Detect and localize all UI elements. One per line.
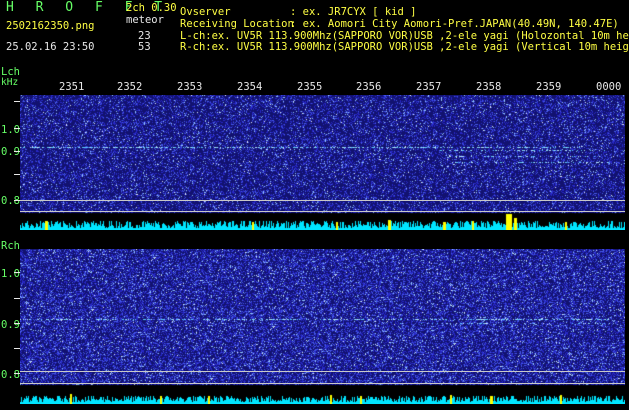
time-tick: 2354 — [237, 81, 263, 93]
time-tick: 2351 — [59, 81, 85, 93]
rch-info: R-ch:ex. UV5R 113.900Mhz(SAPPORO VOR)USB… — [180, 41, 629, 53]
lch-tick-mark — [14, 101, 20, 102]
location-value: : ex. Aomori City Aomori-Pref.JAPAN(40.4… — [290, 18, 619, 30]
lch-spectrogram — [20, 95, 625, 230]
lch-unit-label: kHz — [1, 77, 19, 88]
time-tick: 2352 — [117, 81, 143, 93]
datetime: 25.02.16 23:50 — [6, 41, 95, 53]
r-meteor-count: 53 — [138, 41, 151, 53]
rch-reference-line — [20, 371, 625, 372]
rch-waterfall — [20, 249, 625, 404]
rch-label: Rch — [1, 240, 20, 252]
rch-tick-mark — [14, 272, 20, 273]
lch-ytick: 0.8 — [1, 195, 20, 207]
lch-ytick: 0.9 — [1, 146, 20, 158]
location-label: Receiving Location — [180, 18, 294, 30]
lch-reference-line — [20, 211, 625, 212]
lch-ytick: 1.0 — [1, 124, 20, 136]
lch-tick-mark — [14, 174, 20, 175]
time-tick: 2358 — [476, 81, 502, 93]
time-tick: 2357 — [416, 81, 442, 93]
rch-ytick: 0.8 — [1, 369, 20, 381]
version-label: 2ch 0.30 — [126, 2, 177, 14]
observer-value: : ex. JR7CYX [ kid ] — [290, 6, 417, 18]
time-tick: 2353 — [177, 81, 203, 93]
lch-waterfall — [20, 95, 625, 230]
time-tick: 2355 — [297, 81, 323, 93]
rch-tick-mark — [14, 348, 20, 349]
filename: 2502162350.png — [6, 20, 95, 32]
rch-spectrogram — [20, 249, 625, 404]
lch-tick-mark — [14, 128, 20, 129]
rch-tick-mark — [14, 373, 20, 374]
rch-tick-mark — [14, 323, 20, 324]
rch-reference-line — [20, 383, 625, 384]
observer-label: Ovserver — [180, 6, 231, 18]
lch-tick-mark — [14, 151, 20, 152]
rch-ytick: 1.0 — [1, 268, 20, 280]
rch-ytick: 0.9 — [1, 319, 20, 331]
lch-reference-line — [20, 200, 625, 201]
time-tick: 2359 — [536, 81, 562, 93]
time-tick: 0000 — [596, 81, 622, 93]
meteor-label: meteor — [126, 14, 164, 26]
rch-tick-mark — [14, 298, 20, 299]
time-tick: 2356 — [356, 81, 382, 93]
